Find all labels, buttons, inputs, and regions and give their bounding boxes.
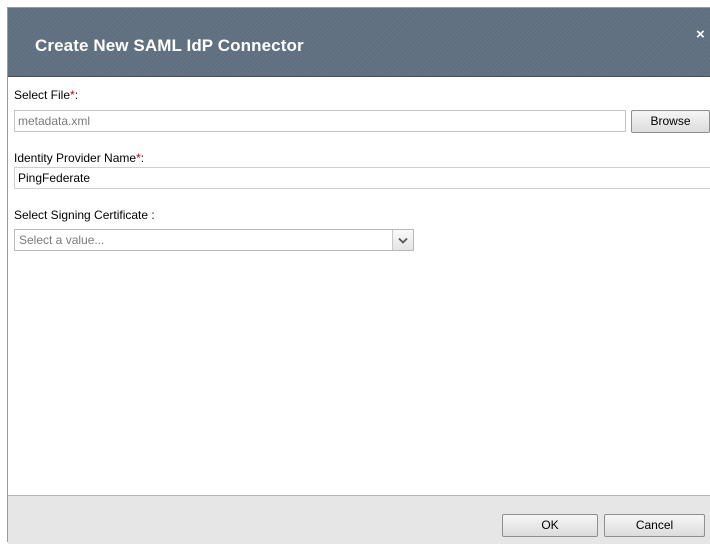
signing-cert-placeholder: Select a value... (19, 233, 105, 247)
idp-name-label-text: Identity Provider Name (14, 151, 137, 165)
ok-button[interactable]: OK (502, 514, 598, 537)
dialog-footer: OK Cancel (8, 495, 710, 544)
saml-idp-connector-dialog: Create New SAML IdP Connector × Select F… (7, 7, 710, 544)
label-colon: : (74, 88, 79, 102)
dialog-title: Create New SAML IdP Connector (35, 36, 304, 55)
signing-cert-select[interactable]: Select a value... (14, 229, 414, 251)
file-path-field[interactable]: metadata.xml (14, 110, 626, 132)
signing-cert-label: Select Signing Certificate : (14, 208, 155, 222)
browse-button[interactable]: Browse (631, 110, 710, 133)
chevron-down-icon[interactable] (392, 230, 413, 250)
select-file-label: Select File*: (14, 88, 78, 102)
dialog-titlebar: Create New SAML IdP Connector × (8, 8, 710, 77)
select-file-label-text: Select File (14, 88, 71, 102)
idp-name-label: Identity Provider Name*: (14, 151, 144, 165)
cancel-button[interactable]: Cancel (604, 514, 705, 537)
close-icon[interactable]: × (696, 27, 705, 42)
label-colon: : (140, 151, 145, 165)
idp-name-input[interactable]: PingFederate (14, 167, 710, 189)
